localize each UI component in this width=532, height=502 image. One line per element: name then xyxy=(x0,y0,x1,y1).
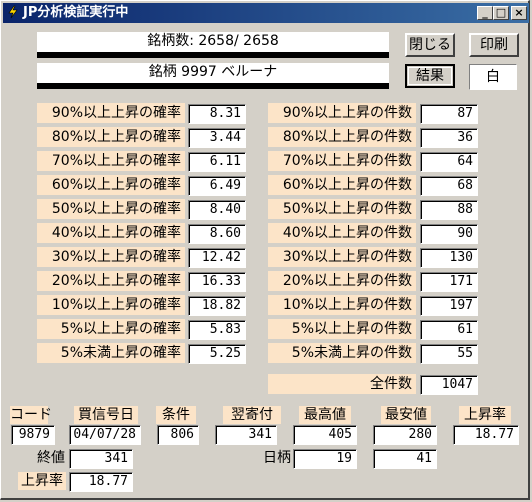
count-label: 5%以上上昇の件数 xyxy=(268,319,416,339)
stock-count-text: 銘柄数: 2658/ 2658 xyxy=(147,33,279,49)
count-value: 130 xyxy=(420,248,478,268)
count-label: 70%以上上昇の件数 xyxy=(268,151,416,171)
current-stock-progress: 銘柄 9997 ベルーナ xyxy=(37,63,389,89)
window-title: JP分析検証実行中 xyxy=(23,5,129,20)
probability-label: 70%以上上昇の確率 xyxy=(37,151,185,171)
condition-field: 806 xyxy=(157,425,199,445)
count-value: 61 xyxy=(420,320,478,340)
probability-value: 5.83 xyxy=(188,320,246,340)
low-field: 280 xyxy=(373,425,437,445)
count-value: 90 xyxy=(420,224,478,244)
probability-label: 90%以上上昇の確率 xyxy=(37,103,185,123)
count-label: 80%以上上昇の件数 xyxy=(268,127,416,147)
probability-label: 20%以上上昇の確率 xyxy=(37,271,185,291)
current-stock-text: 銘柄 9997 ベルーナ xyxy=(148,64,278,80)
probability-label: 50%以上上昇の確率 xyxy=(37,199,185,219)
stock-count-progress: 銘柄数: 2658/ 2658 xyxy=(37,32,389,58)
probability-value: 6.11 xyxy=(188,152,246,172)
rise2-label: 上昇率 xyxy=(18,472,66,490)
probability-value: 18.82 xyxy=(188,296,246,316)
count-label: 30%以上上昇の件数 xyxy=(268,247,416,267)
probability-value: 8.31 xyxy=(188,104,246,124)
minimize-button[interactable]: _ xyxy=(477,6,493,20)
count-value: 36 xyxy=(420,128,478,148)
count-label: 40%以上上昇の件数 xyxy=(268,223,416,243)
maximize-button[interactable]: □ xyxy=(493,6,509,20)
probability-value: 3.44 xyxy=(188,128,246,148)
close-button[interactable]: 閉じる xyxy=(405,33,455,57)
count-value: 68 xyxy=(420,176,478,196)
close-window-button[interactable]: × xyxy=(511,6,527,20)
probability-label: 30%以上上昇の確率 xyxy=(37,247,185,267)
count-value: 171 xyxy=(420,272,478,292)
probability-label: 60%以上上昇の確率 xyxy=(37,175,185,195)
count-value: 55 xyxy=(420,344,478,364)
code-header: コード xyxy=(10,406,52,424)
close-price-label: 終値 xyxy=(37,450,65,466)
high-header: 最高値 xyxy=(299,406,351,424)
current-stock-progress-fill xyxy=(37,83,389,89)
low-header: 最安値 xyxy=(381,406,431,424)
probability-value: 12.42 xyxy=(188,248,246,268)
count-label: 20%以上上昇の件数 xyxy=(268,271,416,291)
high-field: 405 xyxy=(293,425,357,445)
probability-value: 16.33 xyxy=(188,272,246,292)
count-label: 90%以上上昇の件数 xyxy=(268,103,416,123)
rise2-field: 18.77 xyxy=(69,472,133,492)
color-box[interactable]: 白 xyxy=(469,64,517,90)
rise-header: 上昇率 xyxy=(459,406,511,424)
days-label: 日柄 xyxy=(263,450,291,466)
buy-date-field: 04/07/28 xyxy=(69,425,141,445)
days-field: 19 xyxy=(293,449,357,469)
count-label: 60%以上上昇の件数 xyxy=(268,175,416,195)
probability-label: 5%未満上昇の確率 xyxy=(37,343,185,363)
total-label: 全件数 xyxy=(268,374,416,394)
main-window: JP分析検証実行中 _ □ × 銘柄数: 2658/ 2658 銘柄 9997 … xyxy=(0,0,530,500)
print-button[interactable]: 印刷 xyxy=(469,33,519,57)
condition-header: 条件 xyxy=(156,406,196,424)
close-price-field: 341 xyxy=(69,449,133,469)
rise-field: 18.77 xyxy=(453,425,519,445)
probability-label: 5%以上上昇の確率 xyxy=(37,319,185,339)
code-field: 9879 xyxy=(11,425,55,445)
total-value: 1047 xyxy=(420,375,478,395)
days-low-field: 41 xyxy=(373,449,437,469)
app-icon xyxy=(8,5,18,19)
count-value: 88 xyxy=(420,200,478,220)
next-open-header: 翌寄付 xyxy=(223,406,281,424)
probability-label: 40%以上上昇の確率 xyxy=(37,223,185,243)
count-label: 5%未満上昇の件数 xyxy=(268,343,416,363)
probability-value: 8.40 xyxy=(188,200,246,220)
probability-value: 6.49 xyxy=(188,176,246,196)
buy-date-header: 買信号日 xyxy=(74,406,138,424)
probability-label: 10%以上上昇の確率 xyxy=(37,295,185,315)
count-label: 10%以上上昇の件数 xyxy=(268,295,416,315)
next-open-field: 341 xyxy=(215,425,277,445)
probability-value: 8.60 xyxy=(188,224,246,244)
count-label: 50%以上上昇の件数 xyxy=(268,199,416,219)
count-value: 64 xyxy=(420,152,478,172)
result-button[interactable]: 結果 xyxy=(405,64,455,88)
count-value: 87 xyxy=(420,104,478,124)
title-bar[interactable]: JP分析検証実行中 _ □ × xyxy=(3,3,529,23)
stock-count-progress-fill xyxy=(37,52,389,58)
probability-value: 5.25 xyxy=(188,344,246,364)
probability-label: 80%以上上昇の確率 xyxy=(37,127,185,147)
count-value: 197 xyxy=(420,296,478,316)
